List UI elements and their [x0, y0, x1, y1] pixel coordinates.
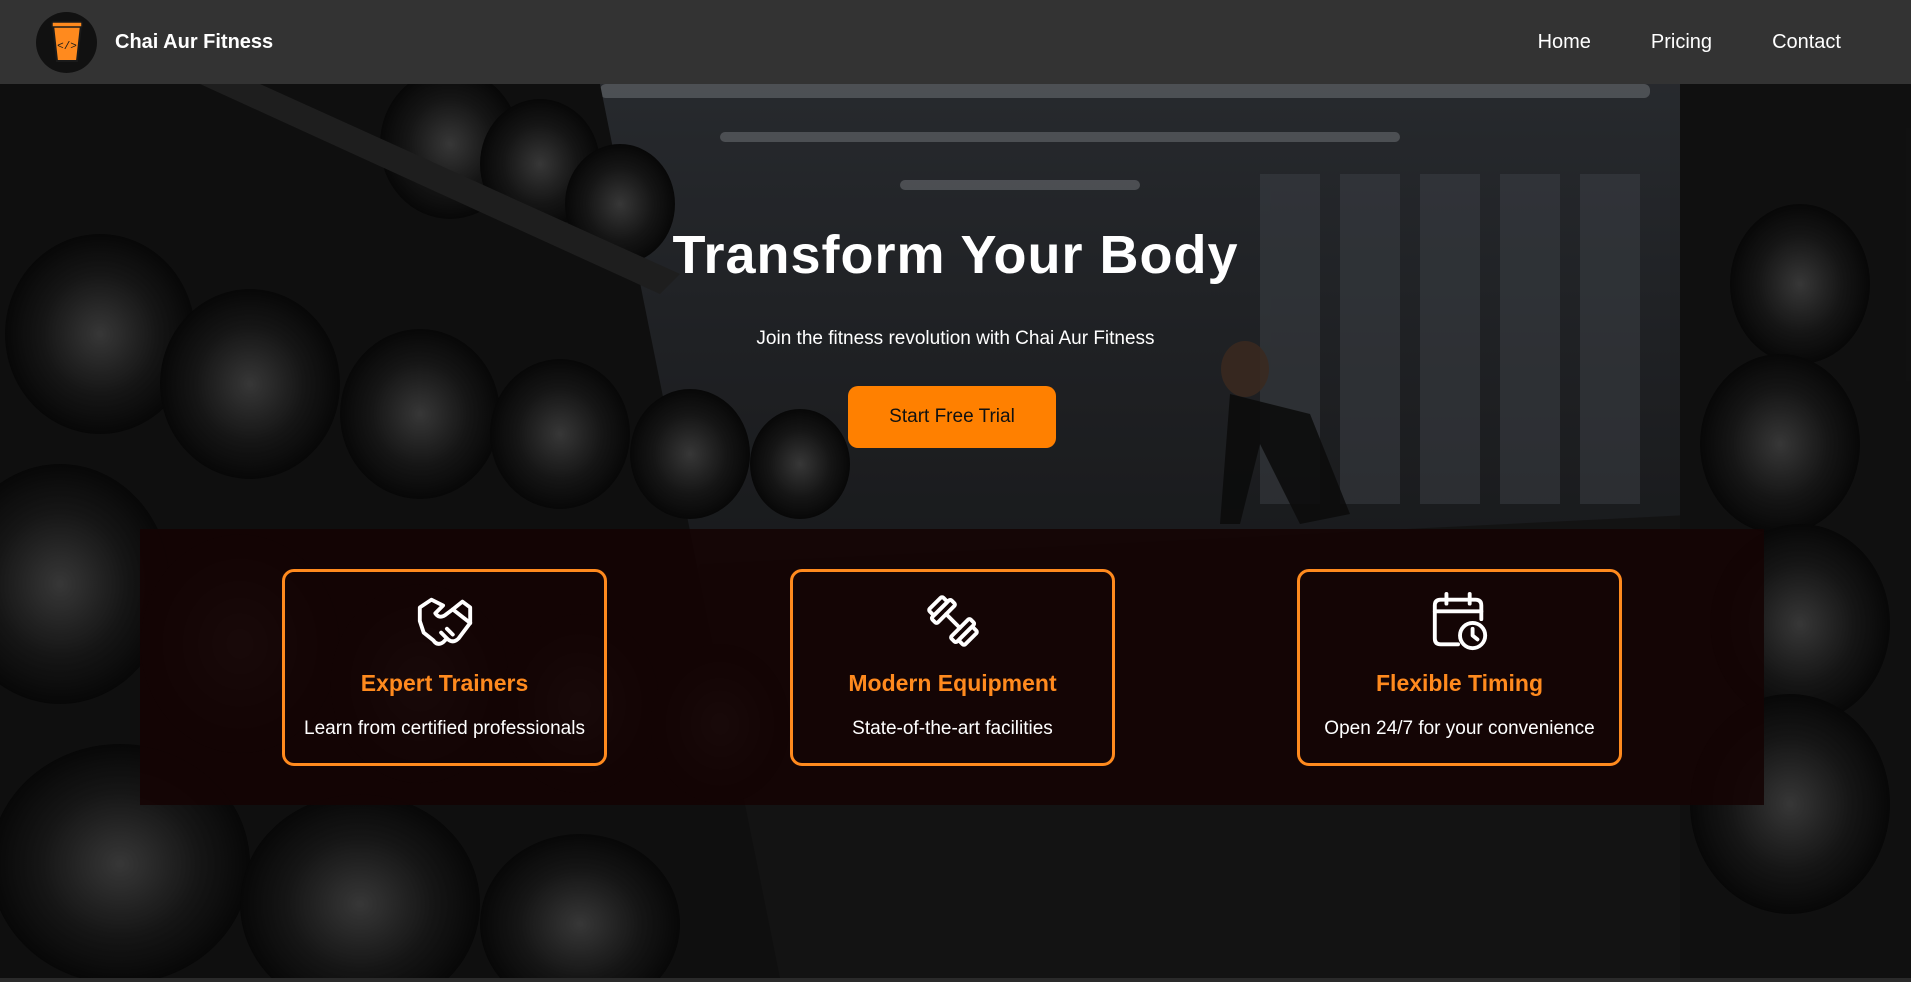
- start-free-trial-button[interactable]: Start Free Trial: [848, 386, 1056, 448]
- nav-pricing-link[interactable]: Pricing: [1621, 31, 1742, 54]
- nav-contact-link[interactable]: Contact: [1742, 31, 1841, 54]
- feature-title: Modern Equipment: [848, 670, 1057, 696]
- hero-title: Transform Your Body: [672, 225, 1239, 285]
- feature-card-flexible-timing[interactable]: Flexible Timing Open 24/7 for your conve…: [1297, 569, 1622, 766]
- feature-text: Open 24/7 for your convenience: [1324, 718, 1595, 739]
- features-panel: Expert Trainers Learn from certified pro…: [140, 529, 1764, 805]
- brand[interactable]: </> Chai Aur Fitness: [36, 11, 273, 73]
- handshake-icon: [417, 597, 472, 646]
- hero-section: Transform Your Body Join the fitness rev…: [0, 84, 1911, 978]
- feature-text: State-of-the-art facilities: [852, 718, 1053, 739]
- feature-title: Expert Trainers: [360, 670, 529, 696]
- feature-title: Flexible Timing: [1376, 670, 1543, 696]
- svg-text:</>: </>: [57, 41, 77, 53]
- navbar: </> Chai Aur Fitness Home Pricing Contac…: [0, 0, 1911, 84]
- nav-home-link[interactable]: Home: [1508, 31, 1621, 54]
- feature-card-modern-equipment[interactable]: Modern Equipment State-of-the-art facili…: [790, 569, 1115, 766]
- feature-card-expert-trainers[interactable]: Expert Trainers Learn from certified pro…: [282, 569, 607, 766]
- dumbbell-icon: [926, 595, 979, 647]
- brand-name[interactable]: Chai Aur Fitness: [115, 31, 273, 54]
- calendar-clock-icon: [1432, 591, 1487, 651]
- hero-subtitle: Join the fitness revolution with Chai Au…: [756, 328, 1155, 349]
- chai-cup-logo-icon[interactable]: </>: [36, 11, 97, 73]
- nav-links: Home Pricing Contact: [1508, 31, 1841, 54]
- feature-text: Learn from certified professionals: [304, 718, 585, 739]
